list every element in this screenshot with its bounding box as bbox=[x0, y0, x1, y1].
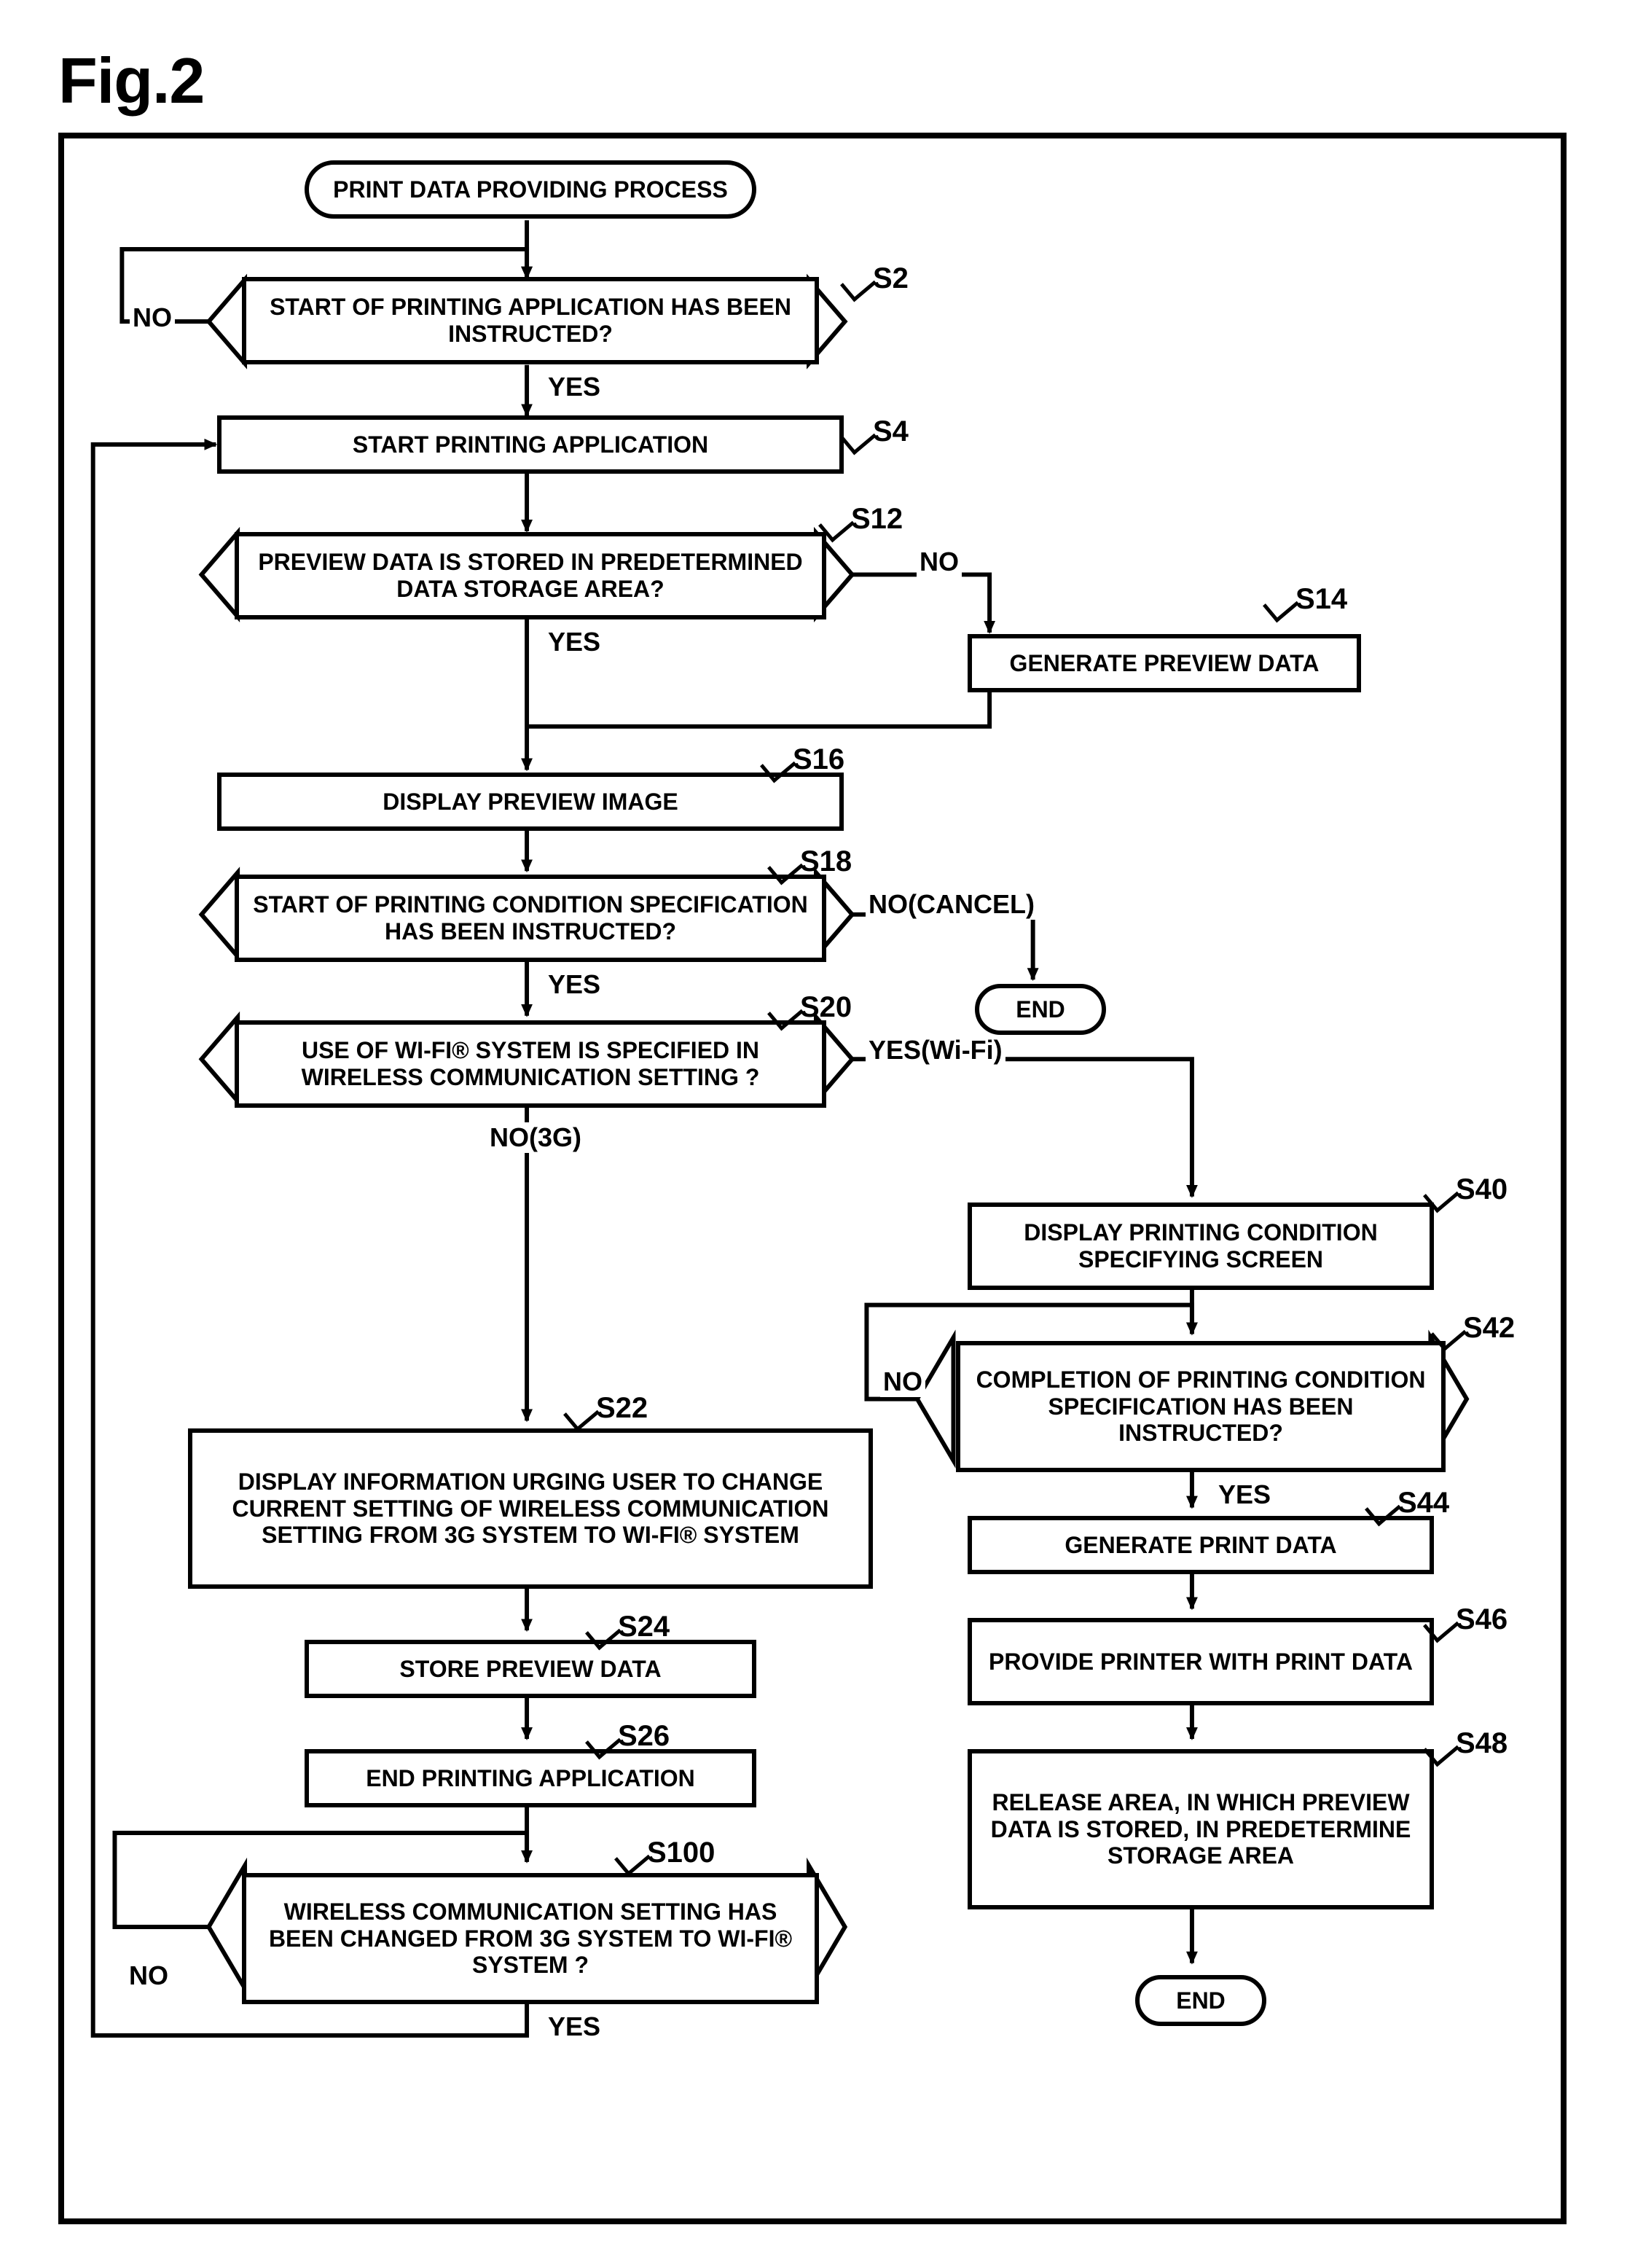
step-label-s46: S46 bbox=[1456, 1603, 1508, 1636]
node-s48: RELEASE AREA, IN WHICH PREVIEW DATA IS S… bbox=[968, 1749, 1434, 1909]
node-s44: GENERATE PRINT DATA bbox=[968, 1516, 1434, 1574]
step-label-s44: S44 bbox=[1397, 1487, 1449, 1520]
step-label-s14: S14 bbox=[1295, 583, 1347, 616]
node-s16: DISPLAY PREVIEW IMAGE bbox=[217, 773, 844, 831]
node-s18: START OF PRINTING CONDITION SPECIFICATIO… bbox=[235, 875, 826, 962]
node-s46: PROVIDE PRINTER WITH PRINT DATA bbox=[968, 1618, 1434, 1705]
node-s2: START OF PRINTING APPLICATION HAS BEEN I… bbox=[242, 277, 819, 364]
node-s22: DISPLAY INFORMATION URGING USER TO CHANG… bbox=[188, 1428, 873, 1589]
step-label-s48: S48 bbox=[1456, 1727, 1508, 1760]
edge-s42-yes: YES bbox=[1215, 1479, 1274, 1510]
tick-s100 bbox=[614, 1841, 651, 1877]
node-s100: WIRELESS COMMUNICATION SETTING HAS BEEN … bbox=[242, 1873, 819, 2004]
step-label-s24: S24 bbox=[618, 1611, 670, 1643]
tick-s22 bbox=[563, 1396, 600, 1432]
edge-s20-yes: YES(Wi-Fi) bbox=[866, 1035, 1005, 1065]
step-label-s4: S4 bbox=[873, 415, 909, 448]
node-s24: STORE PREVIEW DATA bbox=[305, 1640, 756, 1698]
edge-s12-yes: YES bbox=[545, 627, 603, 657]
node-s14: GENERATE PREVIEW DATA bbox=[968, 634, 1361, 692]
edge-s2-no: NO bbox=[130, 302, 175, 333]
node-s42: COMPLETION OF PRINTING CONDITION SPECIFI… bbox=[956, 1341, 1446, 1472]
step-label-s16: S16 bbox=[793, 743, 844, 776]
step-label-s26: S26 bbox=[618, 1720, 670, 1753]
edge-s12-no: NO bbox=[917, 547, 962, 577]
node-s4: START PRINTING APPLICATION bbox=[217, 415, 844, 474]
figure-label: Fig.2 bbox=[58, 44, 1569, 118]
step-label-s22: S22 bbox=[596, 1392, 648, 1425]
node-start: PRINT DATA PROVIDING PROCESS bbox=[305, 160, 756, 219]
edge-s100-yes: YES bbox=[545, 2011, 603, 2042]
edge-s42-no: NO bbox=[880, 1366, 925, 1397]
edge-s18-yes: YES bbox=[545, 969, 603, 1000]
node-s40: DISPLAY PRINTING CONDITION SPECIFYING SC… bbox=[968, 1203, 1434, 1290]
node-s26: END PRINTING APPLICATION bbox=[305, 1749, 756, 1807]
step-label-s18: S18 bbox=[800, 845, 852, 878]
step-label-s2: S2 bbox=[873, 262, 909, 295]
tick-s4 bbox=[840, 420, 877, 455]
tick-s2 bbox=[840, 267, 877, 302]
flowchart-diagram: PRINT DATA PROVIDING PROCESS START OF PR… bbox=[58, 133, 1567, 2224]
edge-s100-no: NO bbox=[126, 1960, 171, 1991]
step-label-s100: S100 bbox=[647, 1837, 715, 1869]
edge-s2-yes: YES bbox=[545, 372, 603, 402]
edge-s18-no: NO(CANCEL) bbox=[866, 889, 1038, 920]
node-s12: PREVIEW DATA IS STORED IN PREDETERMINED … bbox=[235, 532, 826, 619]
node-s20: USE OF WI-FI® SYSTEM IS SPECIFIED IN WIR… bbox=[235, 1020, 826, 1108]
edge-s20-no: NO(3G) bbox=[487, 1122, 584, 1153]
step-label-s40: S40 bbox=[1456, 1173, 1508, 1206]
node-end2: END bbox=[1135, 1975, 1266, 2026]
node-end1: END bbox=[975, 984, 1106, 1035]
step-label-s42: S42 bbox=[1463, 1312, 1515, 1345]
tick-s14 bbox=[1263, 587, 1299, 623]
step-label-s12: S12 bbox=[851, 503, 903, 536]
step-label-s20: S20 bbox=[800, 991, 852, 1024]
